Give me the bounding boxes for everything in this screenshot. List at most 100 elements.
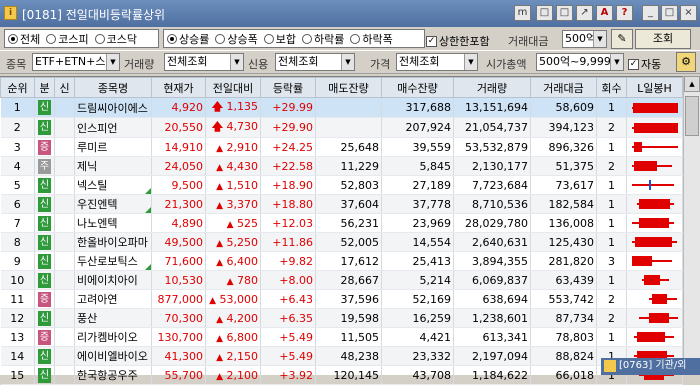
- link-button[interactable]: □: [536, 5, 553, 21]
- table-row[interactable]: 15 신 한국항공우주 55,700 ▲ 2,100 +3.92 120,145 43,708…: [0, 365, 683, 385]
- header-rank[interactable]: 순위: [0, 77, 35, 98]
- minimize-button[interactable]: _: [642, 5, 659, 21]
- cell-name[interactable]: 드림씨아이에스: [74, 97, 152, 118]
- header-bid-qty[interactable]: 매수잔량: [381, 77, 454, 98]
- direction-radio-rise-amount[interactable]: 상승폭: [215, 31, 258, 47]
- daily-candle-chart: [629, 252, 680, 270]
- cell-name[interactable]: 고려아연: [74, 289, 152, 309]
- cell-price: 877,000: [151, 289, 206, 309]
- header-rate[interactable]: 등락률: [260, 77, 316, 98]
- header-ask-qty[interactable]: 매도잔량: [315, 77, 382, 98]
- table-row[interactable]: 4 주 제닉 24,050 ▲ 4,430 +22.58 11,229 5,845 2,130,…: [0, 156, 683, 176]
- header-change[interactable]: 전일대비: [205, 77, 261, 98]
- cell-name[interactable]: 한올바이오파마: [74, 232, 152, 252]
- table-row[interactable]: 8 신 한올바이오파마 49,500 ▲ 5,250 +11.86 52,005 14,554…: [0, 232, 683, 252]
- table-row[interactable]: 2 신 인스피언 20,550 🡅 4,730 +29.90 207,924 21,054,7…: [0, 117, 683, 138]
- cell-name[interactable]: 풍산: [74, 308, 152, 328]
- trade-value-select[interactable]: 500억 ▼: [562, 30, 607, 48]
- cell-name[interactable]: 비에이치아이: [74, 270, 152, 290]
- scroll-thumb[interactable]: [685, 96, 699, 136]
- cell-name[interactable]: 리가켐바이오: [74, 327, 152, 347]
- scroll-up-arrow-icon[interactable]: ▲: [684, 76, 700, 92]
- chevron-down-icon: ▼: [341, 54, 354, 70]
- maximize-button[interactable]: □: [661, 5, 678, 21]
- cell-name[interactable]: 루미르: [74, 137, 152, 157]
- candle-body: [634, 142, 642, 152]
- limit-up-arrow-icon: 🡅: [211, 120, 223, 133]
- cell-name[interactable]: 제닉: [74, 156, 152, 176]
- cell-daily-candle: [626, 289, 683, 309]
- background-window-tab[interactable]: [0763] 기관/외: [601, 358, 700, 375]
- header-price[interactable]: 현재가: [151, 77, 206, 98]
- header-trade-value[interactable]: 거래대금: [530, 77, 597, 98]
- table-row[interactable]: 12 신 풍산 70,300 ▲ 4,200 +6.35 19,598 16,259 1,238…: [0, 308, 683, 328]
- table-row[interactable]: 5 신 넥스틸 9,500 ▲ 1,510 +18.90 52,803 27,189 7,723…: [0, 175, 683, 195]
- cell-credit: [54, 270, 75, 290]
- cell-credit: [54, 308, 75, 328]
- include-limit-checkbox[interactable]: ✓ 상한한포함: [426, 33, 490, 49]
- table-row[interactable]: 9 신 두산로보틱스 71,600 ▲ 6,400 +9.82 17,612 25,413 3,…: [0, 251, 683, 271]
- volume-select[interactable]: 전체조회 ▼: [164, 53, 244, 71]
- credit-select[interactable]: 전체조회 ▼: [275, 53, 355, 71]
- header-type[interactable]: 분: [34, 77, 55, 98]
- table-row[interactable]: 14 신 에이비엘바이오 41,300 ▲ 2,150 +5.49 48,238 23,332…: [0, 346, 683, 366]
- font-button[interactable]: A: [596, 5, 613, 21]
- cell-daily-candle: [626, 308, 683, 328]
- search-button[interactable]: 조회: [635, 29, 691, 49]
- cell-ask-qty: 56,231: [315, 213, 382, 233]
- table-row[interactable]: 13 증 리가켐바이오 130,700 ▲ 6,800 +5.49 11,505 4,421 6…: [0, 327, 683, 347]
- header-count[interactable]: 회수: [596, 77, 627, 98]
- cell-daily-candle: [626, 251, 683, 271]
- header-volume[interactable]: 거래량: [453, 77, 531, 98]
- settings-wand-button[interactable]: ✎: [611, 29, 633, 49]
- cell-name[interactable]: 우진엔텍: [74, 194, 152, 214]
- cell-name[interactable]: 인스피언: [74, 117, 152, 138]
- cell-price: 71,600: [151, 251, 206, 271]
- cell-credit: [54, 97, 75, 118]
- memo-button[interactable]: m: [514, 5, 531, 21]
- price-select[interactable]: 전체조회 ▼: [396, 53, 478, 71]
- auto-refresh-checkbox[interactable]: ✓ 자동: [628, 56, 661, 72]
- table-row[interactable]: 7 신 나노엔텍 4,890 ▲ 525 +12.03 56,231 23,969 28,029…: [0, 213, 683, 233]
- cell-price: 10,530: [151, 270, 206, 290]
- cell-price: 4,920: [151, 97, 206, 118]
- market-radio-kosdaq[interactable]: 코스닥: [94, 31, 137, 47]
- table-row[interactable]: 6 신 우진엔텍 21,300 ▲ 3,370 +18.80 37,604 37,778 8,7…: [0, 194, 683, 214]
- table-row[interactable]: 11 증 고려아연 877,000 ▲ 53,000 +6.43 37,596 52,169 6…: [0, 289, 683, 309]
- market-radio-all[interactable]: 전체: [8, 31, 40, 47]
- header-credit[interactable]: 신: [54, 77, 75, 98]
- gear-button[interactable]: ⚙: [676, 52, 696, 72]
- table-row[interactable]: 3 증 루미르 14,910 ▲ 2,910 +24.25 25,648 39,559 53,5…: [0, 137, 683, 157]
- cell-name[interactable]: 두산로보틱스: [74, 251, 152, 271]
- cell-name[interactable]: 에이비엘바이오: [74, 346, 152, 366]
- header-name[interactable]: 종목명: [74, 77, 152, 98]
- table-row[interactable]: 1 신 드림씨아이에스 4,920 🡅 1,135 +29.99 317,688 13,151…: [0, 97, 683, 118]
- market-radio-kospi[interactable]: 코스피: [46, 31, 89, 47]
- cell-name[interactable]: 넥스틸: [74, 175, 152, 195]
- direction-radio-flat[interactable]: 보합: [263, 31, 296, 47]
- cell-name[interactable]: 나노엔텍: [74, 213, 152, 233]
- cell-change: ▲ 3,370: [205, 194, 261, 214]
- cell-name[interactable]: 한국항공우주: [74, 365, 152, 385]
- cell-credit: [54, 194, 75, 214]
- layout-button[interactable]: □: [556, 5, 573, 21]
- stock-ranking-grid[interactable]: 순위 분 신 종목명 현재가 전일대비 등락률 매도잔량 매수잔량 거래량 거래…: [0, 76, 700, 385]
- help-button[interactable]: ?: [616, 5, 633, 21]
- table-row[interactable]: 10 신 비에이치아이 10,530 ▲ 780 +8.00 28,667 5,214 6,06…: [0, 270, 683, 290]
- vertical-scrollbar[interactable]: ▲: [683, 76, 700, 375]
- market-type-badge: 신: [38, 348, 51, 364]
- export-button[interactable]: ↗: [576, 5, 593, 21]
- item-select[interactable]: ETF+ETN+스펙 ▼: [32, 53, 120, 71]
- candle-body: [635, 237, 672, 247]
- header-daily-candle[interactable]: L일봉H: [626, 77, 683, 98]
- mktcap-select[interactable]: 500억~9,999 ▼: [536, 53, 624, 71]
- direction-radio-fall-rate[interactable]: 하락률: [302, 31, 344, 47]
- cell-change: ▲ 2,150: [205, 346, 261, 366]
- cell-bid-qty: 23,969: [381, 213, 454, 233]
- direction-radio-rise-rate[interactable]: 상승률: [167, 31, 209, 47]
- direction-radio-fall-amount[interactable]: 하락폭: [350, 31, 393, 47]
- cell-trade-value: 125,430: [530, 232, 597, 252]
- cell-ask-qty: 28,667: [315, 270, 382, 290]
- candle-body: [649, 313, 669, 323]
- close-button[interactable]: ×: [680, 5, 697, 21]
